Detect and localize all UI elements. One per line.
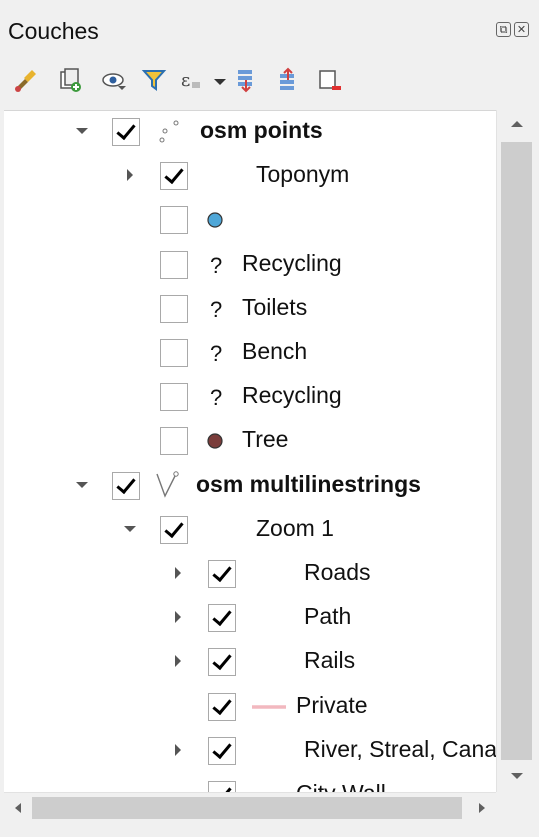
expand-all-icon[interactable] bbox=[232, 66, 260, 94]
float-panel-icon[interactable]: ⧉ bbox=[496, 22, 511, 37]
visibility-checkbox[interactable] bbox=[208, 736, 236, 765]
horizontal-scrollbar[interactable] bbox=[4, 792, 496, 823]
collapsed-arrow-icon[interactable] bbox=[122, 165, 138, 185]
layer-label: Private bbox=[296, 691, 368, 718]
line-symbol-icon bbox=[250, 695, 288, 719]
layer-label: osm points bbox=[200, 117, 323, 143]
point-layer-icon bbox=[158, 120, 184, 144]
tree-row[interactable]: osm points bbox=[4, 111, 496, 153]
layer-label: Rails bbox=[304, 647, 356, 674]
scroll-down-icon[interactable] bbox=[497, 762, 536, 792]
vertical-scrollbar[interactable] bbox=[496, 110, 535, 792]
unknown-symbol-icon: ? bbox=[210, 385, 223, 411]
visibility-checkbox[interactable] bbox=[160, 206, 188, 235]
visibility-checkbox[interactable] bbox=[208, 560, 236, 588]
layer-label: Bench bbox=[242, 338, 308, 364]
collapsed-arrow-icon[interactable] bbox=[170, 607, 186, 627]
line-layer-icon bbox=[154, 470, 180, 498]
layer-label: Tree bbox=[242, 426, 289, 453]
unknown-symbol-icon: ? bbox=[210, 296, 223, 322]
panel-titlebar: Couches ⧉ ✕ bbox=[0, 0, 539, 58]
layer-label: River, Streal, Canal bbox=[304, 735, 496, 762]
horizontal-scroll-thumb[interactable] bbox=[32, 797, 462, 819]
scroll-left-icon[interactable] bbox=[4, 793, 32, 823]
tree-row[interactable]: Rails bbox=[4, 641, 496, 683]
panel-title: Couches bbox=[8, 18, 99, 44]
visibility-checkbox[interactable] bbox=[160, 162, 188, 191]
tree-row[interactable]: Roads bbox=[4, 553, 496, 595]
visibility-checkbox[interactable] bbox=[160, 427, 188, 456]
layer-label: Recycling bbox=[242, 249, 342, 276]
layer-label: Recycling bbox=[242, 382, 342, 409]
layer-label: Path bbox=[304, 603, 352, 630]
point-symbol-icon bbox=[206, 429, 232, 453]
visibility-checkbox[interactable] bbox=[160, 515, 188, 544]
add-group-icon[interactable] bbox=[56, 66, 84, 94]
svg-text:ε: ε bbox=[181, 70, 190, 91]
remove-layer-icon[interactable] bbox=[316, 66, 344, 94]
visibility-checkbox[interactable] bbox=[208, 692, 236, 721]
chevron-down-icon[interactable] bbox=[206, 66, 226, 94]
filter-expression-icon[interactable]: ε bbox=[178, 66, 206, 94]
tree-row[interactable]: Tree bbox=[4, 420, 496, 462]
layers-toolbar: ε bbox=[0, 58, 539, 110]
visibility-checkbox[interactable] bbox=[160, 294, 188, 323]
scroll-right-icon[interactable] bbox=[468, 793, 496, 823]
tree-row[interactable]: osm multilinestrings bbox=[4, 465, 496, 507]
tree-row[interactable]: City Wall bbox=[4, 774, 496, 793]
expanded-arrow-icon[interactable] bbox=[122, 519, 138, 539]
style-manager-icon[interactable] bbox=[12, 66, 40, 94]
tree-row[interactable]: Private bbox=[4, 686, 496, 728]
tree-row[interactable]: ? Toilets bbox=[4, 288, 496, 330]
collapse-all-icon[interactable] bbox=[274, 66, 302, 94]
tree-row[interactable]: Path bbox=[4, 597, 496, 639]
layer-label: Toponym bbox=[256, 161, 350, 188]
dock-buttons: ⧉ ✕ bbox=[496, 22, 529, 37]
point-symbol-icon bbox=[206, 208, 232, 232]
tree-row[interactable]: Zoom 1 bbox=[4, 509, 496, 551]
close-panel-icon[interactable]: ✕ bbox=[514, 22, 529, 37]
layer-label: Toilets bbox=[242, 293, 308, 320]
unknown-symbol-icon: ? bbox=[210, 341, 223, 366]
visibility-checkbox[interactable] bbox=[112, 471, 140, 500]
layer-tree[interactable]: osm points Toponym? Recycling? Toilets? Benc… bbox=[4, 110, 496, 793]
collapsed-arrow-icon[interactable] bbox=[170, 740, 186, 760]
visibility-checkbox[interactable] bbox=[160, 250, 188, 279]
visibility-checkbox[interactable] bbox=[208, 604, 236, 633]
tree-row[interactable]: River, Streal, Canal bbox=[4, 730, 496, 772]
scroll-up-icon[interactable] bbox=[497, 110, 536, 140]
layer-label: osm multilinestrings bbox=[196, 470, 421, 497]
collapsed-arrow-icon[interactable] bbox=[170, 563, 186, 583]
tree-row[interactable]: ? Recycling bbox=[4, 376, 496, 418]
visibility-checkbox[interactable] bbox=[112, 118, 140, 146]
layer-label: Roads bbox=[304, 559, 371, 585]
visibility-checkbox[interactable] bbox=[160, 339, 188, 367]
tree-row[interactable]: Toponym bbox=[4, 155, 496, 197]
unknown-symbol-icon: ? bbox=[210, 252, 223, 278]
tree-row[interactable] bbox=[4, 199, 496, 241]
manage-visibility-icon[interactable] bbox=[100, 66, 128, 94]
tree-row[interactable]: ? Recycling bbox=[4, 244, 496, 286]
visibility-checkbox[interactable] bbox=[160, 383, 188, 412]
visibility-checkbox[interactable] bbox=[208, 648, 236, 677]
layer-label: Zoom 1 bbox=[256, 514, 334, 541]
expanded-arrow-icon[interactable] bbox=[74, 475, 90, 495]
tree-row[interactable]: ? Bench bbox=[4, 332, 496, 374]
filter-legend-icon[interactable] bbox=[140, 66, 168, 94]
expanded-arrow-icon[interactable] bbox=[74, 121, 90, 141]
collapsed-arrow-icon[interactable] bbox=[170, 651, 186, 671]
vertical-scroll-thumb[interactable] bbox=[501, 142, 532, 760]
